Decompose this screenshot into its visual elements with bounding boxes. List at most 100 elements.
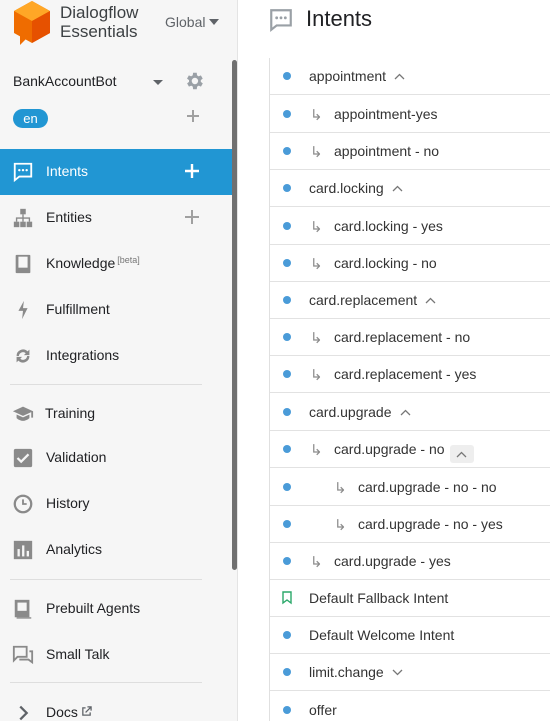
intent-label[interactable]: card.upgrade - no - no	[358, 479, 497, 495]
intent-dot	[283, 333, 291, 341]
intent-label[interactable]: card.upgrade - no	[334, 441, 474, 463]
subdirectory-arrow-icon: ↳	[310, 367, 323, 384]
subdirectory-arrow-icon: ↳	[310, 107, 323, 124]
checkbox-icon	[13, 448, 33, 468]
add-entity-icon[interactable]	[184, 209, 200, 225]
beta-badge: [beta]	[117, 255, 140, 265]
intent-row[interactable]: ↳ card.locking - no	[270, 245, 550, 282]
sidebar-item-fulfillment[interactable]: Fulfillment	[0, 287, 232, 333]
agent-selector[interactable]: BankAccountBot	[13, 72, 213, 92]
subdirectory-arrow-icon: ↳	[310, 330, 323, 347]
intent-row[interactable]: ↳ card.upgrade - yes	[270, 543, 550, 580]
chevron-up-icon[interactable]	[394, 73, 405, 80]
intent-label[interactable]: appointment	[309, 68, 405, 84]
sidebar-item-label: Fulfillment	[46, 301, 110, 317]
bar-chart-icon	[13, 540, 33, 560]
region-selector[interactable]: Global	[165, 14, 220, 30]
brand[interactable]: Dialogflow Essentials Global	[10, 0, 238, 48]
sidebar-scrollbar[interactable]	[232, 60, 237, 570]
intent-label[interactable]: card.upgrade - no - yes	[358, 516, 503, 532]
intent-dot	[283, 72, 291, 80]
intent-name: card.upgrade	[309, 404, 392, 420]
intent-list: appointment ↳ appointment-yes ↳ appointm…	[269, 58, 550, 721]
intent-row[interactable]: card.upgrade	[270, 394, 550, 431]
sidebar-item-integrations[interactable]: Integrations	[0, 333, 232, 379]
sidebar-item-label: Small Talk	[46, 646, 110, 662]
chat-bubbles-icon	[12, 645, 34, 665]
add-intent-icon[interactable]	[184, 163, 200, 179]
intent-label[interactable]: card.replacement - yes	[334, 366, 476, 382]
subdirectory-arrow-icon: ↳	[310, 144, 323, 161]
sidebar-item-entities[interactable]: Entities	[0, 195, 232, 241]
intent-row[interactable]: ↳ card.replacement - yes	[270, 356, 550, 393]
intent-label[interactable]: card.upgrade - yes	[334, 553, 451, 569]
caret-down-icon[interactable]	[153, 80, 163, 85]
intent-row[interactable]: Default Welcome Intent	[270, 617, 550, 654]
intent-row[interactable]: offer	[270, 692, 550, 721]
divider	[10, 579, 202, 580]
brand-name: Dialogflow Essentials	[60, 3, 138, 41]
intent-label[interactable]: Default Fallback Intent	[309, 590, 448, 606]
intent-row[interactable]: Default Fallback Intent	[270, 580, 550, 617]
intent-label[interactable]: card.locking	[309, 180, 403, 196]
sidebar-item-label: Prebuilt Agents	[46, 600, 141, 616]
intent-dot	[283, 445, 291, 453]
divider	[10, 384, 202, 385]
intent-row[interactable]: ↳ card.upgrade - no - yes	[270, 506, 550, 543]
intent-label[interactable]: card.locking - yes	[334, 218, 443, 234]
prebuilt-icon	[14, 599, 32, 619]
bolt-icon	[18, 300, 28, 320]
intent-label[interactable]: card.replacement	[309, 292, 436, 308]
intent-dot	[283, 668, 291, 676]
sidebar-item-prebuilt-agents[interactable]: Prebuilt Agents	[0, 586, 232, 632]
intent-row[interactable]: ↳ card.upgrade - no	[270, 431, 550, 468]
intent-row[interactable]: ↳ appointment-yes	[270, 96, 550, 133]
add-language-icon[interactable]	[186, 109, 200, 123]
intent-row[interactable]: limit.change	[270, 654, 550, 691]
intent-label[interactable]: Default Welcome Intent	[309, 627, 454, 643]
collapse-button[interactable]	[449, 445, 474, 463]
intent-row[interactable]: card.replacement	[270, 282, 550, 319]
intent-label[interactable]: appointment-yes	[334, 106, 438, 122]
sidebar-item-label: Intents	[46, 163, 89, 179]
gear-icon[interactable]	[183, 70, 205, 92]
sidebar-item-label: Integrations	[46, 347, 120, 363]
intent-row[interactable]: ↳ card.locking - yes	[270, 208, 550, 245]
language-badge[interactable]: en	[13, 109, 48, 128]
intent-dot	[283, 222, 291, 230]
intent-label[interactable]: offer	[309, 702, 337, 718]
sidebar-item-training[interactable]: Training	[0, 391, 232, 437]
intent-row[interactable]: card.locking	[270, 170, 550, 207]
subdirectory-arrow-icon: ↳	[310, 219, 323, 236]
intent-label[interactable]: card.replacement - no	[334, 329, 470, 345]
region-label: Global	[165, 14, 206, 30]
sidebar-item-analytics[interactable]: Analytics	[0, 527, 232, 573]
chevron-down-icon[interactable]	[392, 669, 403, 676]
sidebar-item-docs[interactable]: Docs	[0, 690, 232, 721]
chevron-up-icon[interactable]	[400, 409, 411, 416]
intent-name: card.upgrade - no	[334, 441, 445, 457]
chat-icon	[13, 162, 33, 183]
intent-row[interactable]: ↳ appointment - no	[270, 133, 550, 170]
intent-label[interactable]: limit.change	[309, 664, 403, 680]
sidebar-item-knowledge[interactable]: Knowledge [beta]	[0, 241, 232, 287]
sidebar-item-small-talk[interactable]: Small Talk	[0, 632, 232, 678]
intent-row[interactable]: appointment	[270, 58, 550, 95]
chevron-up-icon[interactable]	[392, 185, 403, 192]
sidebar: Dialogflow Essentials Global BankAccount…	[0, 0, 238, 721]
intent-name: card.locking	[309, 180, 384, 196]
sidebar-item-intents[interactable]: Intents	[0, 149, 232, 195]
page-header: Intents	[238, 0, 550, 58]
sidebar-item-validation[interactable]: Validation	[0, 435, 232, 481]
intent-row[interactable]: ↳ card.upgrade - no - no	[270, 469, 550, 506]
intent-label[interactable]: card.upgrade	[309, 404, 411, 420]
intent-label[interactable]: card.locking - no	[334, 255, 437, 271]
sidebar-item-history[interactable]: History	[0, 481, 232, 527]
intent-name: limit.change	[309, 664, 384, 680]
intent-dot	[283, 557, 291, 565]
graduation-cap-icon	[12, 406, 34, 421]
intent-label[interactable]: appointment - no	[334, 143, 439, 159]
intent-row[interactable]: ↳ card.replacement - no	[270, 319, 550, 356]
chevron-up-icon[interactable]	[425, 297, 436, 304]
intent-dot	[283, 483, 291, 491]
